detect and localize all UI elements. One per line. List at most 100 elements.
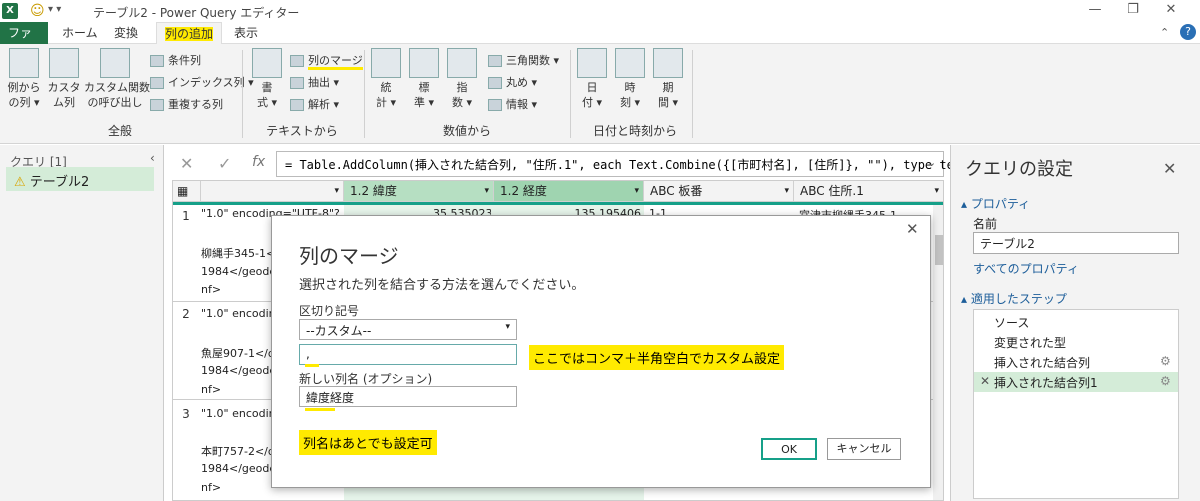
step-gear-icon[interactable]: ⚙: [1160, 354, 1171, 368]
minimize-icon[interactable]: —: [1080, 2, 1110, 17]
formula-bar[interactable]: = Table.AddColumn(挿入された結合列, "住所.1", each…: [276, 151, 976, 177]
tab-view[interactable]: 表示: [226, 22, 266, 44]
group-label-datetime: 日付と時刻から: [592, 124, 677, 138]
duplicate-icon: [150, 99, 164, 111]
dialog-description: 選択された列を結合する方法を選んでください。: [299, 278, 585, 293]
qat-dropdown-icon[interactable]: ▾ ▾: [48, 4, 61, 15]
queries-pane: クエリ [1] ‹ ⚠ テーブル2: [0, 145, 164, 501]
cancel-formula-icon[interactable]: ✕: [180, 154, 193, 173]
calendar-icon: [577, 48, 607, 78]
step-item-selected[interactable]: ✕ 挿入された結合列1 ⚙: [974, 372, 1178, 392]
close-dialog-icon[interactable]: ✕: [906, 220, 919, 238]
row-number: 1: [182, 209, 190, 223]
merge-columns-dialog: ✕ 列のマージ 選択された列を結合する方法を選んでください。 区切り記号 --カ…: [271, 215, 931, 488]
close-window-icon[interactable]: ✕: [1156, 2, 1186, 17]
group-label-general: 全般: [107, 124, 132, 138]
time-button[interactable]: 時 刻 ▾: [614, 48, 646, 110]
custom-column-button[interactable]: カスタ ム列: [46, 48, 82, 110]
trig-icon: [488, 55, 502, 67]
delete-step-icon[interactable]: ✕: [980, 374, 990, 388]
step-item[interactable]: ソース: [994, 314, 1029, 331]
column-from-examples-button[interactable]: 例から の列 ▾: [4, 48, 44, 110]
excel-icon: X: [2, 3, 18, 19]
column-header[interactable]: ABC 住所.1 ▾: [794, 181, 943, 202]
title-bar: X ☺ ▾ ▾ テーブル2 - Power Query エディター — ❐ ✕: [0, 0, 1200, 22]
separator-label: 区切り記号: [299, 304, 360, 318]
step-gear-icon[interactable]: ⚙: [1160, 374, 1171, 388]
confirm-formula-icon[interactable]: ✓: [218, 154, 231, 173]
annotation-column-name: 列名はあとでも設定可: [299, 430, 437, 455]
exponent-icon: [447, 48, 477, 78]
clock-icon: [615, 48, 645, 78]
parse-button[interactable]: 解析 ▾: [290, 96, 339, 112]
query-name-input[interactable]: テーブル2: [973, 232, 1179, 254]
merge-columns-button[interactable]: 列のマージ: [290, 52, 363, 70]
function-icon: [100, 48, 130, 78]
tab-transform[interactable]: 変換: [106, 22, 146, 44]
settings-title: クエリの設定: [965, 159, 1073, 180]
group-label-text: テキストから: [266, 124, 338, 138]
format-button[interactable]: 書 式 ▾: [250, 48, 284, 110]
conditional-column-button[interactable]: 条件列: [150, 52, 201, 68]
invoke-function-button[interactable]: カスタム関数 の呼び出し: [84, 48, 150, 110]
extract-icon: [290, 77, 304, 89]
step-item[interactable]: 変更された型: [994, 334, 1066, 351]
stopwatch-icon: [653, 48, 683, 78]
ok-button[interactable]: OK: [761, 438, 817, 460]
duration-button[interactable]: 期 間 ▾: [652, 48, 684, 110]
format-abc-icon: [252, 48, 282, 78]
column-header[interactable]: 1.2 経度 ▾: [494, 181, 644, 202]
collapse-queries-icon[interactable]: ‹: [150, 151, 155, 165]
new-column-name-input[interactable]: 緯度経度: [299, 386, 517, 407]
scientific-button[interactable]: 指 数 ▾: [446, 48, 478, 110]
column-header[interactable]: ▾: [201, 181, 344, 202]
window-title: テーブル2 - Power Query エディター: [93, 6, 300, 20]
warning-icon: ⚠: [14, 175, 26, 190]
formula-text: = Table.AddColumn(挿入された結合列, "住所.1", each…: [285, 158, 976, 172]
statistics-button[interactable]: 統 計 ▾: [370, 48, 402, 110]
query-settings-pane: クエリの設定 ✕ ▴ プロパティ 名前 テーブル2 すべてのプロパティ ▴ 適用…: [950, 145, 1200, 501]
table-menu-icon[interactable]: ▦: [173, 181, 201, 202]
rounding-button[interactable]: 丸め ▾: [488, 74, 537, 90]
tab-home[interactable]: ホーム: [54, 22, 106, 44]
step-item[interactable]: 挿入された結合列: [994, 354, 1090, 371]
index-column-button[interactable]: インデックス列 ▾: [150, 74, 254, 90]
tab-file[interactable]: ファイル: [0, 22, 48, 62]
annotation-separator: ここではコンマ＋半角空白でカスタム設定: [529, 345, 785, 370]
parse-icon: [290, 99, 304, 111]
row-number: 2: [182, 307, 190, 321]
restore-icon[interactable]: ❐: [1118, 2, 1148, 17]
standard-button[interactable]: 標 準 ▾: [408, 48, 440, 110]
ribbon: 例から の列 ▾ カスタ ム列 カスタム関数 の呼び出し 条件列 インデックス列…: [0, 44, 1200, 144]
calculator-icon: [409, 48, 439, 78]
name-label: 名前: [973, 217, 998, 231]
extract-button[interactable]: 抽出 ▾: [290, 74, 339, 90]
query-item[interactable]: ⚠ テーブル2: [6, 167, 154, 191]
duplicate-column-button[interactable]: 重複する列: [150, 96, 223, 112]
column-header[interactable]: ABC 板番 ▾: [644, 181, 794, 202]
column-examples-icon: [9, 48, 39, 78]
index-icon: [150, 77, 164, 89]
custom-separator-input[interactable]: ,: [299, 344, 517, 365]
smiley-feedback-icon[interactable]: ☺: [30, 3, 45, 19]
group-label-number: 数値から: [442, 124, 491, 138]
new-column-name-label: 新しい列名 (オプション): [299, 372, 433, 386]
trig-button[interactable]: 三角関数 ▾: [488, 52, 559, 68]
cancel-button[interactable]: キャンセル: [827, 438, 901, 460]
merge-icon: [290, 55, 304, 67]
column-header[interactable]: 1.2 緯度 ▾: [344, 181, 494, 202]
separator-select[interactable]: --カスタム-- ▾: [299, 319, 517, 340]
fx-icon: fx: [252, 154, 266, 170]
dialog-title: 列のマージ: [299, 244, 399, 268]
steps-list: ソース 変更された型 挿入された結合列 ⚙ ✕ 挿入された結合列1 ⚙: [973, 309, 1179, 499]
expand-formula-icon[interactable]: ⌄: [927, 156, 936, 169]
close-settings-icon[interactable]: ✕: [1163, 159, 1176, 178]
custom-column-icon: [49, 48, 79, 78]
vertical-scrollbar[interactable]: [933, 205, 943, 500]
help-icon[interactable]: ?: [1180, 24, 1196, 40]
date-button[interactable]: 日 付 ▾: [576, 48, 608, 110]
collapse-ribbon-icon[interactable]: ⌃: [1160, 26, 1169, 39]
information-button[interactable]: 情報 ▾: [488, 96, 537, 112]
tab-add-column[interactable]: 列の追加: [156, 22, 223, 44]
all-properties-link[interactable]: すべてのプロパティ: [973, 260, 1079, 277]
